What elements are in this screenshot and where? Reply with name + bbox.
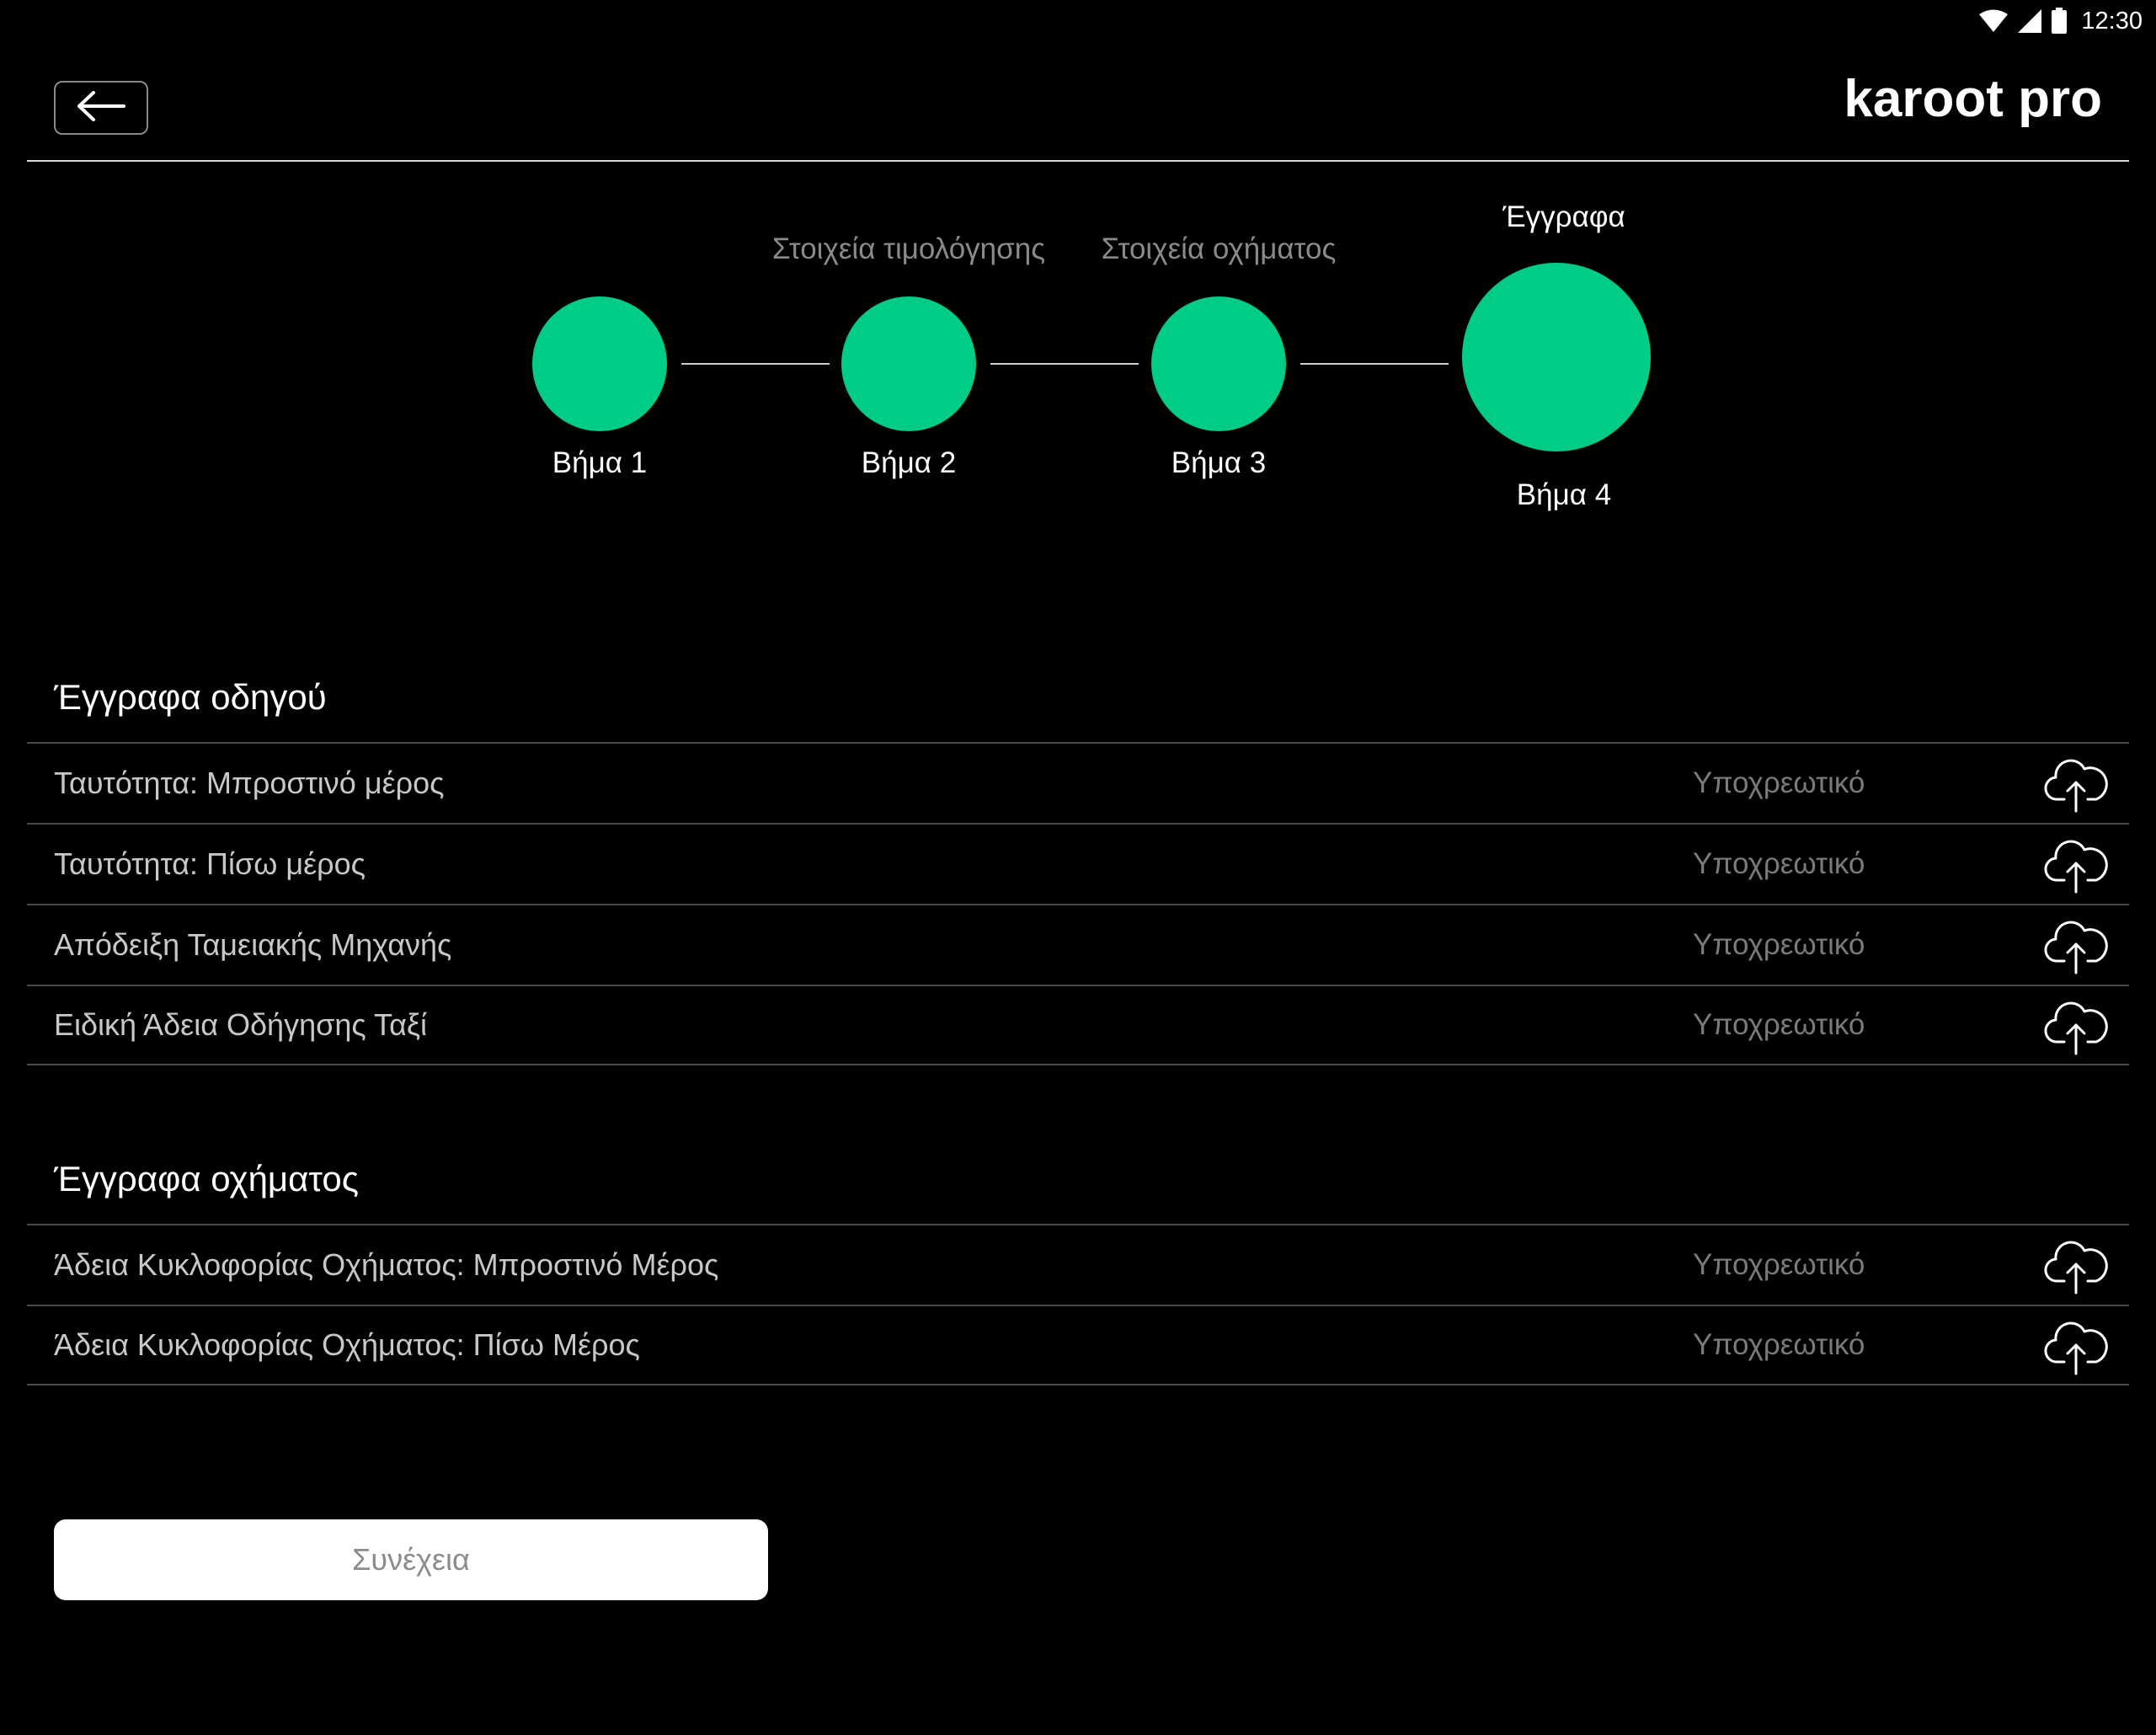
step-connector: [1300, 363, 1449, 365]
status-bar: 12:30: [1903, 0, 2156, 42]
back-button[interactable]: [54, 81, 148, 135]
cloud-upload-icon[interactable]: [2044, 1237, 2108, 1295]
document-status: Υποχρεωτικό: [1693, 1328, 1865, 1361]
step-connector: [681, 363, 830, 365]
step-1-circle: [532, 296, 667, 431]
driver-documents-list: Ταυτότητα: Μπροστινό μέρος Υποχρεωτικό Τ…: [27, 742, 2129, 1065]
step-3-title: Στοιχεία οχήματος: [1101, 232, 1337, 265]
step-2-label: Βήμα 2: [861, 446, 957, 479]
battery-icon: [2051, 8, 2068, 35]
cloud-upload-icon[interactable]: [2044, 998, 2108, 1055]
status-time: 12:30: [2081, 7, 2143, 35]
document-name: Απόδειξη Ταμειακής Μηχανής: [54, 927, 452, 962]
cloud-upload-icon[interactable]: [2044, 1318, 2108, 1375]
document-name: Άδεια Κυκλοφορίας Οχήματος: Πίσω Μέρος: [54, 1327, 640, 1362]
cloud-upload-icon[interactable]: [2044, 755, 2108, 813]
document-status: Υποχρεωτικό: [1693, 847, 1865, 880]
document-status: Υποχρεωτικό: [1693, 928, 1865, 961]
driver-documents-title: Έγγραφα οδηγού: [54, 677, 327, 717]
step-2-circle: [841, 296, 976, 431]
app-screen: 12:30 karoot pro Στοιχεία τιμολόγησης Στ…: [0, 0, 2156, 1735]
step-4-title: Έγγραφα: [1502, 200, 1625, 233]
step-3-circle: [1151, 296, 1286, 431]
vehicle-documents-title: Έγγραφα οχήματος: [54, 1159, 360, 1198]
document-row[interactable]: Ταυτότητα: Μπροστινό μέρος Υποχρεωτικό: [27, 742, 2129, 823]
step-3-label: Βήμα 3: [1171, 446, 1267, 479]
vehicle-documents-list: Άδεια Κυκλοφορίας Οχήματος: Μπροστινό Μέ…: [27, 1224, 2129, 1385]
document-name: Ταυτότητα: Μπροστινό μέρος: [54, 766, 445, 800]
cellular-signal-icon: [2017, 8, 2042, 34]
cloud-upload-icon[interactable]: [2044, 917, 2108, 974]
brand-logo: karoot pro: [1844, 70, 2102, 128]
document-row[interactable]: Ειδική Άδεια Οδήγησης Ταξί Υποχρεωτικό: [27, 985, 2129, 1065]
document-status: Υποχρεωτικό: [1693, 1008, 1865, 1041]
document-name: Άδεια Κυκλοφορίας Οχήματος: Μπροστινό Μέ…: [54, 1247, 719, 1282]
document-row[interactable]: Απόδειξη Ταμειακής Μηχανής Υποχρεωτικό: [27, 904, 2129, 985]
continue-button[interactable]: Συνέχεια: [54, 1519, 768, 1600]
cloud-upload-icon[interactable]: [2044, 836, 2108, 894]
header-divider: [27, 160, 2129, 162]
arrow-left-icon: [75, 89, 127, 127]
document-status: Υποχρεωτικό: [1693, 1248, 1865, 1281]
step-4-circle: [1462, 263, 1651, 451]
document-row[interactable]: Ταυτότητα: Πίσω μέρος Υποχρεωτικό: [27, 823, 2129, 904]
document-status: Υποχρεωτικό: [1693, 766, 1865, 799]
step-2-title: Στοιχεία τιμολόγησης: [771, 232, 1046, 265]
document-name: Ταυτότητα: Πίσω μέρος: [54, 846, 366, 881]
document-row[interactable]: Άδεια Κυκλοφορίας Οχήματος: Μπροστινό Μέ…: [27, 1224, 2129, 1305]
document-name: Ειδική Άδεια Οδήγησης Ταξί: [54, 1007, 428, 1042]
step-1-label: Βήμα 1: [552, 446, 648, 479]
step-4-label: Βήμα 4: [1516, 478, 1612, 511]
step-connector: [990, 363, 1139, 365]
wifi-icon: [1978, 9, 2009, 33]
document-row[interactable]: Άδεια Κυκλοφορίας Οχήματος: Πίσω Μέρος Υ…: [27, 1305, 2129, 1385]
